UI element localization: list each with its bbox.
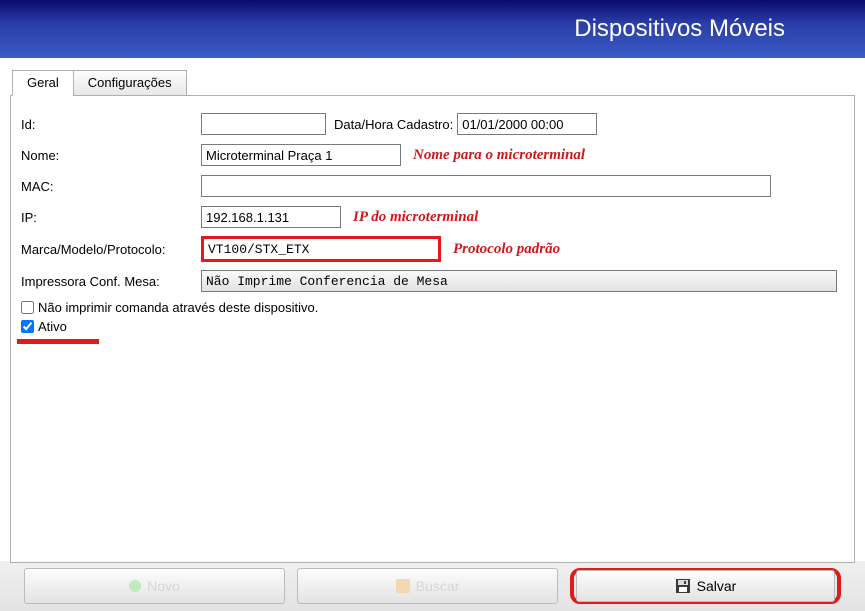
protocolo-value: VT100/STX_ETX xyxy=(208,242,309,257)
page-title: Dispositivos Móveis xyxy=(574,15,785,43)
data-field[interactable] xyxy=(457,113,597,135)
page-header: Dispositivos Móveis xyxy=(0,0,865,58)
nao-imprimir-checkbox[interactable] xyxy=(21,301,34,314)
button-bar: Novo Buscar Salvar xyxy=(0,561,865,611)
mac-label: MAC: xyxy=(21,179,201,194)
id-field[interactable] xyxy=(201,113,326,135)
salvar-button[interactable]: Salvar xyxy=(576,570,835,602)
impressora-value: Não Imprime Conferencia de Mesa xyxy=(206,274,448,289)
data-label: Data/Hora Cadastro: xyxy=(334,117,453,132)
protocolo-annotation: Protocolo padrão xyxy=(453,241,560,258)
impressora-label: Impressora Conf. Mesa: xyxy=(21,274,201,289)
tab-configuracoes[interactable]: Configurações xyxy=(73,70,187,96)
mac-field[interactable] xyxy=(201,175,771,197)
buscar-label: Buscar xyxy=(416,578,460,594)
novo-button[interactable]: Novo xyxy=(24,568,285,604)
nome-label: Nome: xyxy=(21,148,201,163)
nome-annotation: Nome para o microterminal xyxy=(413,147,585,164)
tab-strip: Geral Configurações xyxy=(12,70,865,96)
ativo-row: Ativo xyxy=(21,319,101,334)
ativo-label: Ativo xyxy=(38,319,67,334)
protocolo-dropdown[interactable]: VT100/STX_ETX xyxy=(201,236,441,262)
ip-label: IP: xyxy=(21,210,201,225)
ativo-highlight-underline xyxy=(17,339,99,344)
salvar-label: Salvar xyxy=(697,578,737,594)
protocolo-label: Marca/Modelo/Protocolo: xyxy=(21,242,201,257)
tab-geral[interactable]: Geral xyxy=(12,70,74,96)
plus-icon xyxy=(129,580,141,592)
buscar-button[interactable]: Buscar xyxy=(297,568,558,604)
tab-panel-geral: Id: Data/Hora Cadastro: Nome: Nome para … xyxy=(10,95,855,563)
impressora-dropdown[interactable]: Não Imprime Conferencia de Mesa xyxy=(201,270,837,292)
nao-imprimir-label: Não imprimir comanda através deste dispo… xyxy=(38,300,318,315)
floppy-icon xyxy=(675,578,691,594)
salvar-highlight: Salvar xyxy=(570,568,841,604)
nome-field[interactable] xyxy=(201,144,401,166)
ip-annotation: IP do microterminal xyxy=(353,209,478,226)
ativo-checkbox[interactable] xyxy=(21,320,34,333)
nao-imprimir-row: Não imprimir comanda através deste dispo… xyxy=(21,300,844,315)
id-label: Id: xyxy=(21,117,201,132)
novo-label: Novo xyxy=(147,578,180,594)
search-icon xyxy=(396,579,410,593)
ip-field[interactable] xyxy=(201,206,341,228)
